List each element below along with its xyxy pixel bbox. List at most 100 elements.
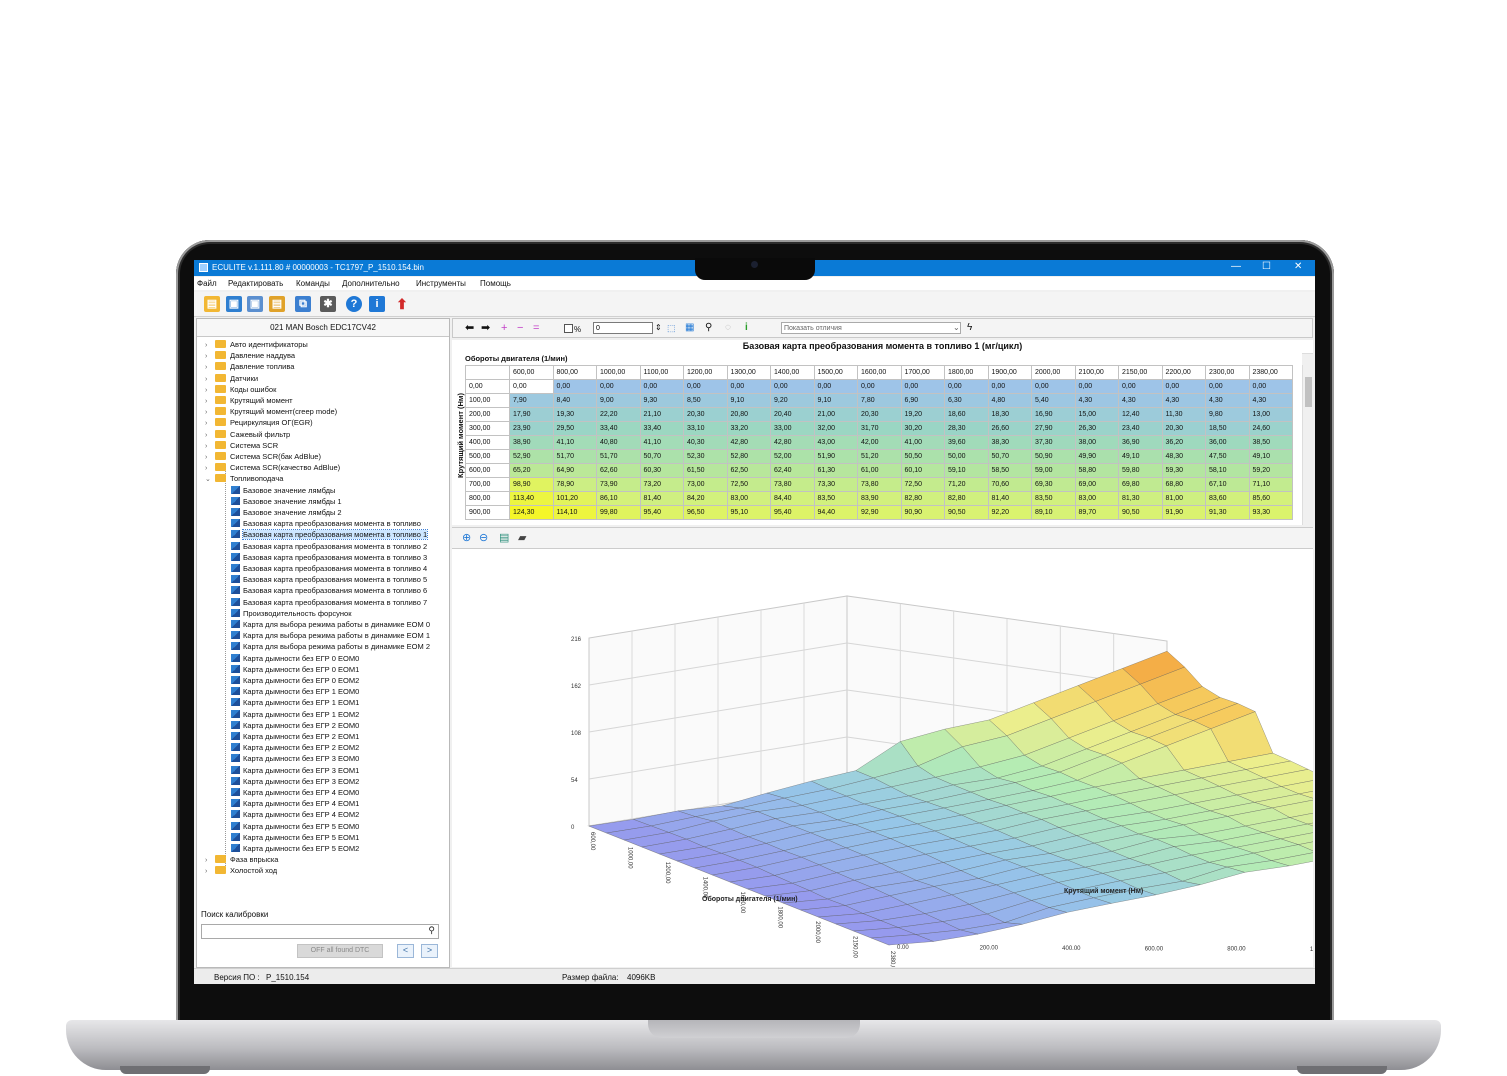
table-cell[interactable]: 91,30 bbox=[1205, 505, 1250, 520]
table-cell[interactable]: 61,50 bbox=[683, 463, 728, 478]
percent-checkbox[interactable] bbox=[564, 324, 573, 333]
tree-map-item[interactable]: Карта дымности без ЕГР 2 EOM0 bbox=[231, 720, 359, 731]
tree-map-item[interactable]: Карта дымности без ЕГР 3 EOM0 bbox=[231, 753, 359, 764]
tree-folder[interactable]: › Сажевый фильтр bbox=[205, 429, 290, 440]
tree-map-item[interactable]: Карта дымности без ЕГР 3 EOM2 bbox=[231, 776, 359, 787]
table-cell[interactable]: 0,00 bbox=[857, 379, 902, 394]
menu-extra[interactable]: Дополнительно bbox=[342, 279, 400, 288]
tree-map-item[interactable]: Базовая карта преобразования момента в т… bbox=[231, 518, 421, 529]
table-cell[interactable]: 15,00 bbox=[1074, 407, 1119, 422]
tree-map-item[interactable]: Карта дымности без ЕГР 2 EOM2 bbox=[231, 742, 359, 753]
table-cell[interactable]: 58,50 bbox=[987, 463, 1032, 478]
table-cell[interactable]: 82,80 bbox=[944, 491, 989, 506]
table-cell[interactable]: 99,80 bbox=[596, 505, 641, 520]
row-header[interactable]: 800,00 bbox=[465, 491, 510, 506]
close-button[interactable]: ✕ bbox=[1294, 261, 1302, 272]
table-cell[interactable]: 0,00 bbox=[1161, 379, 1206, 394]
tree-folder[interactable]: › Рециркуляция ОГ(EGR) bbox=[205, 417, 313, 428]
table-cell[interactable]: 92,90 bbox=[857, 505, 902, 520]
column-header[interactable]: 1400,00 bbox=[770, 365, 815, 380]
table-cell[interactable]: 4,80 bbox=[987, 393, 1032, 408]
table-cell[interactable]: 40,80 bbox=[596, 435, 641, 450]
table-cell[interactable]: 50,70 bbox=[639, 449, 684, 464]
table-cell[interactable]: 36,00 bbox=[1205, 435, 1250, 450]
table-cell[interactable]: 41,10 bbox=[639, 435, 684, 450]
table-cell[interactable]: 33,40 bbox=[596, 421, 641, 436]
expand-icon[interactable]: › bbox=[205, 866, 215, 877]
table-cell[interactable]: 50,00 bbox=[944, 449, 989, 464]
table-cell[interactable]: 36,90 bbox=[1118, 435, 1163, 450]
table-cell[interactable]: 49,10 bbox=[1248, 449, 1293, 464]
table-cell[interactable]: 33,00 bbox=[770, 421, 815, 436]
tree-folder[interactable]: ⌄ Топливоподача bbox=[205, 473, 283, 484]
table-cell[interactable]: 21,00 bbox=[813, 407, 858, 422]
table-cell[interactable]: 124,30 bbox=[509, 505, 554, 520]
prev-button[interactable]: < bbox=[397, 944, 414, 958]
row-header[interactable]: 0,00 bbox=[465, 379, 510, 394]
table-cell[interactable]: 20,30 bbox=[857, 407, 902, 422]
table-cell[interactable]: 65,20 bbox=[509, 463, 554, 478]
table-cell[interactable]: 113,40 bbox=[509, 491, 554, 506]
help-icon[interactable]: ? bbox=[346, 296, 362, 312]
table-cell[interactable]: 0,00 bbox=[1074, 379, 1119, 394]
table-cell[interactable]: 0,00 bbox=[900, 379, 945, 394]
table-cell[interactable]: 8,40 bbox=[552, 393, 597, 408]
table-cell[interactable]: 0,00 bbox=[1118, 379, 1163, 394]
table-cell[interactable]: 37,30 bbox=[1031, 435, 1076, 450]
table-cell[interactable]: 81,00 bbox=[1161, 491, 1206, 506]
column-header[interactable]: 2000,00 bbox=[1031, 365, 1076, 380]
table-cell[interactable]: 7,80 bbox=[857, 393, 902, 408]
table-cell[interactable]: 73,90 bbox=[596, 477, 641, 492]
column-header[interactable]: 2380,00 bbox=[1248, 365, 1293, 380]
table-cell[interactable]: 38,30 bbox=[987, 435, 1032, 450]
tree-folder[interactable]: › Авто идентификаторы bbox=[205, 339, 308, 350]
table-cell[interactable]: 83,00 bbox=[726, 491, 771, 506]
table-cell[interactable]: 31,70 bbox=[857, 421, 902, 436]
tree-map-item[interactable]: Базовое значение лямбды bbox=[231, 485, 335, 496]
tree-map-item[interactable]: Базовая карта преобразования момента в т… bbox=[231, 541, 427, 552]
table-cell[interactable]: 81,40 bbox=[987, 491, 1032, 506]
column-header[interactable]: 1500,00 bbox=[813, 365, 858, 380]
tree-folder[interactable]: › Давление топлива bbox=[205, 361, 294, 372]
table-cell[interactable]: 73,20 bbox=[639, 477, 684, 492]
table-cell[interactable]: 51,70 bbox=[596, 449, 641, 464]
table-cell[interactable]: 0,00 bbox=[639, 379, 684, 394]
menu-edit[interactable]: Редактировать bbox=[228, 279, 283, 288]
zoom-icon[interactable]: ⚲ bbox=[705, 321, 712, 335]
table-cell[interactable]: 4,30 bbox=[1074, 393, 1119, 408]
table-cell[interactable]: 73,30 bbox=[813, 477, 858, 492]
table-cell[interactable]: 19,20 bbox=[900, 407, 945, 422]
gear-icon[interactable]: ✱ bbox=[320, 296, 336, 312]
compare-icon[interactable]: ⧉ bbox=[295, 296, 311, 312]
minus-icon[interactable]: − bbox=[517, 321, 523, 335]
tree-map-item[interactable]: Карта дымности без ЕГР 5 EOM2 bbox=[231, 843, 359, 854]
table-cell[interactable]: 0,00 bbox=[509, 379, 554, 394]
row-header[interactable]: 300,00 bbox=[465, 421, 510, 436]
column-header[interactable]: 2100,00 bbox=[1074, 365, 1119, 380]
table-cell[interactable]: 0,00 bbox=[813, 379, 858, 394]
table-cell[interactable]: 23,90 bbox=[509, 421, 554, 436]
table-cell[interactable]: 27,90 bbox=[1031, 421, 1076, 436]
tree-map-item[interactable]: Карта дымности без ЕГР 4 EOM0 bbox=[231, 787, 359, 798]
table-cell[interactable]: 43,00 bbox=[813, 435, 858, 450]
column-header[interactable]: 2300,00 bbox=[1205, 365, 1250, 380]
table-cell[interactable]: 114,10 bbox=[552, 505, 597, 520]
table-cell[interactable]: 59,20 bbox=[1248, 463, 1293, 478]
table-cell[interactable]: 26,30 bbox=[1074, 421, 1119, 436]
equals-icon[interactable]: = bbox=[533, 321, 539, 335]
table-cell[interactable]: 83,90 bbox=[857, 491, 902, 506]
table-cell[interactable]: 0,00 bbox=[552, 379, 597, 394]
column-header[interactable]: 800,00 bbox=[552, 365, 597, 380]
table-cell[interactable]: 36,20 bbox=[1161, 435, 1206, 450]
table-cell[interactable]: 0,00 bbox=[596, 379, 641, 394]
table-cell[interactable]: 94,40 bbox=[813, 505, 858, 520]
table-cell[interactable]: 41,10 bbox=[552, 435, 597, 450]
row-header[interactable]: 900,00 bbox=[465, 505, 510, 520]
table-cell[interactable]: 62,60 bbox=[596, 463, 641, 478]
tree-map-item[interactable]: Базовая карта преобразования момента в т… bbox=[231, 597, 427, 608]
table-cell[interactable]: 7,90 bbox=[509, 393, 554, 408]
table-cell[interactable]: 67,10 bbox=[1205, 477, 1250, 492]
tree-folder[interactable]: › Система SCR(бак AdBlue) bbox=[205, 451, 321, 462]
table-cell[interactable]: 40,30 bbox=[683, 435, 728, 450]
row-header[interactable]: 700,00 bbox=[465, 477, 510, 492]
